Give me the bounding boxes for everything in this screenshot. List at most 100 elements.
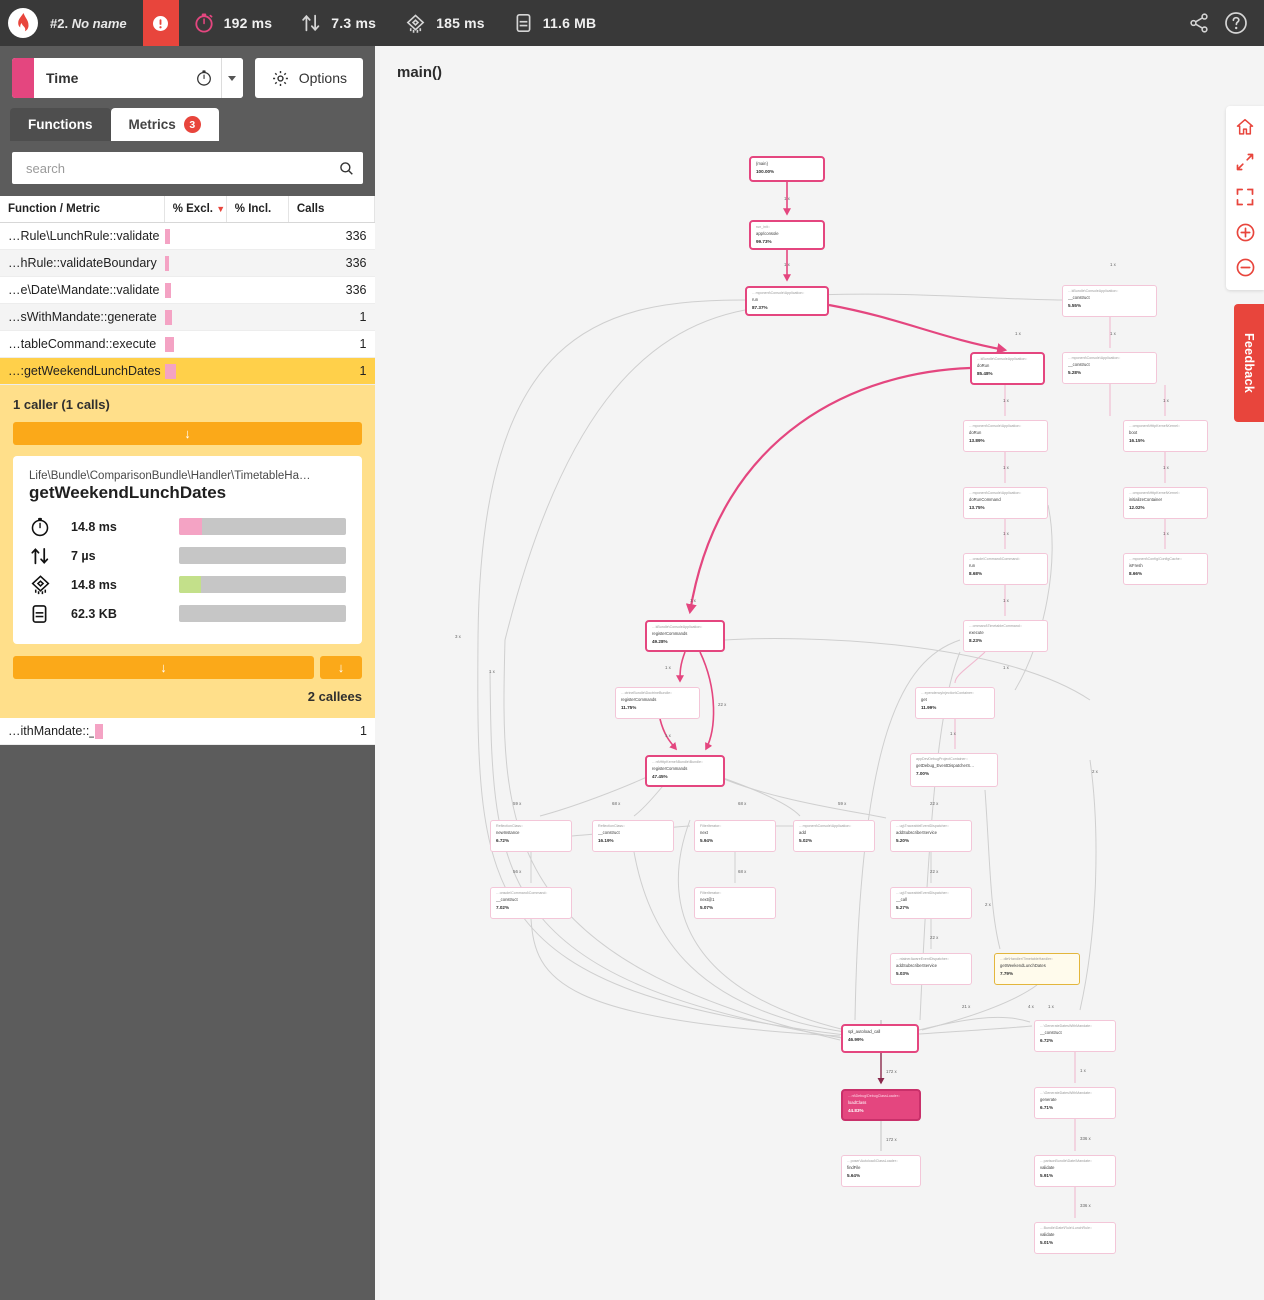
callgraph-canvas[interactable]: main() {main} 100.00% run_init:: app/con… <box>375 46 1264 1300</box>
detail-metric-bar <box>179 576 346 593</box>
edge-label: 22 x <box>718 702 727 707</box>
feedback-tab[interactable]: Feedback <box>1234 304 1264 422</box>
metric-wall-time[interactable]: 192 ms <box>179 12 287 34</box>
detail-metric-cpu: 14.8 ms <box>29 570 346 599</box>
functions-table-tail: …ithMandate::__construct 1 <box>0 718 375 745</box>
row-excl-bar <box>164 357 227 385</box>
row-excl-bar <box>164 222 227 250</box>
edge-label: 336 x <box>1080 1203 1091 1208</box>
row-excl-bar <box>164 303 227 331</box>
edge-label: 1 x <box>1003 465 1009 470</box>
help-icon[interactable] <box>1224 11 1248 35</box>
edge-label: 68 x <box>738 869 747 874</box>
show-callers-button[interactable]: ↓ <box>13 422 362 445</box>
column-function[interactable]: Function / Metric <box>0 196 165 223</box>
zoom-out-icon[interactable] <box>1234 256 1256 278</box>
metric-memory[interactable]: 11.6 MB <box>499 12 611 34</box>
warning-badge[interactable] <box>142 0 179 46</box>
chevron-down-icon <box>228 75 237 81</box>
search-area <box>0 141 375 196</box>
io-arrows-icon <box>29 545 71 567</box>
edge-label: 1 x <box>1110 331 1116 336</box>
functions-table-body: …Rule\LunchRule::validate 336 …hRule::vali… <box>0 222 375 385</box>
zoom-in-icon[interactable] <box>1234 221 1256 243</box>
tab-metrics[interactable]: Metrics 3 <box>110 108 219 141</box>
dimension-row: Time Options <box>0 46 375 108</box>
stopwatch-icon <box>194 13 213 33</box>
edge-label: 56 x <box>513 869 522 874</box>
table-row[interactable]: …e\Date\Mandate::validate 336 <box>0 276 375 304</box>
column-incl[interactable]: % Incl. <box>226 196 289 223</box>
edge-label: 59 x <box>513 801 522 806</box>
edge-label: 1 x <box>784 196 790 201</box>
cpu-icon <box>406 13 425 33</box>
detail-metric-value: 62.3 KB <box>71 606 117 621</box>
table-row[interactable]: …Rule\LunchRule::validate 336 <box>0 222 375 250</box>
tab-functions[interactable]: Functions <box>10 108 111 141</box>
show-callees-all-button[interactable]: ↓ <box>320 656 362 679</box>
edge-label: 22 x <box>930 869 939 874</box>
stopwatch-icon <box>196 70 211 86</box>
search-box[interactable] <box>12 152 363 184</box>
callees-header: 2 callees <box>307 689 362 704</box>
row-incl-bar <box>226 249 289 277</box>
row-incl-bar <box>226 357 289 385</box>
metric-value: 11.6 MB <box>542 15 597 31</box>
edge-label: 1 x <box>950 731 956 736</box>
edge-label: 1 x <box>690 598 696 603</box>
table-row[interactable]: …tableCommand::execute 1 <box>0 330 375 358</box>
edge-label: 2 x <box>1092 769 1098 774</box>
row-function-name: …hRule::validateBoundary <box>0 249 165 277</box>
edge-label: 59 x <box>838 801 847 806</box>
edge-label: 1 x <box>489 669 495 674</box>
column-calls[interactable]: Calls <box>288 196 375 223</box>
edge-label: 2 x <box>985 902 991 907</box>
edge-label: 1 x <box>1003 398 1009 403</box>
row-calls: 1 <box>288 303 375 331</box>
row-function-name: …e\Date\Mandate::validate <box>0 276 165 304</box>
table-row[interactable]: …ithMandate::__construct 1 <box>0 718 375 745</box>
options-button[interactable]: Options <box>254 58 363 98</box>
edge-label: 336 x <box>1080 1136 1091 1141</box>
profile-title[interactable]: #2. No name <box>46 16 143 31</box>
share-icon[interactable] <box>1188 12 1210 34</box>
metric-cpu-time[interactable]: 185 ms <box>390 12 499 35</box>
home-icon[interactable] <box>1234 116 1256 138</box>
edge-label: 1 x <box>1163 465 1169 470</box>
edge-label: 1 x <box>1015 331 1021 336</box>
edge-label: 1 x <box>784 262 790 267</box>
search-input[interactable] <box>24 159 338 177</box>
show-callees-button[interactable]: ↓ <box>13 656 314 679</box>
callgraph-edge-labels: 1 x 1 x 1 x 1 x 1 x 1 x 1 x 1 x 1 x 1 x 1 x 1 x 1 x 1… <box>375 46 1264 1300</box>
tab-label: Metrics <box>128 117 176 132</box>
memory-icon <box>29 603 71 625</box>
edge-label: 1 x <box>1163 531 1169 536</box>
fullscreen-icon[interactable] <box>1234 186 1256 208</box>
search-icon[interactable] <box>338 160 355 177</box>
row-function-name: …sWithMandate::generate <box>0 303 165 331</box>
detail-metric-time: 14.8 ms <box>29 512 346 541</box>
tab-label: Functions <box>28 117 93 132</box>
row-calls: 1 <box>288 357 375 385</box>
dimension-select[interactable]: Time <box>12 58 243 98</box>
options-label: Options <box>298 70 347 86</box>
column-excl-label: % Excl. <box>172 203 213 215</box>
table-row[interactable]: …:getWeekendLunchDates 1 <box>0 357 375 385</box>
blackfire-logo-icon <box>8 8 38 38</box>
column-excl[interactable]: % Excl. ▼ <box>164 196 227 223</box>
app-logo[interactable] <box>0 0 46 46</box>
dimension-caret[interactable] <box>220 58 243 98</box>
callers-header: 1 caller (1 calls) <box>13 397 110 412</box>
detail-metric-value: 7 µs <box>71 548 96 563</box>
row-function-name: …tableCommand::execute <box>0 330 165 358</box>
table-row[interactable]: …sWithMandate::generate 1 <box>0 303 375 331</box>
metric-value: 185 ms <box>436 15 485 31</box>
edge-label: 172 x <box>886 1069 897 1074</box>
row-incl-bar <box>226 222 289 250</box>
selection-detail-panel: 1 caller (1 calls) ↓ Life\Bundle\Compari… <box>0 385 375 718</box>
expand-icon[interactable] <box>1234 151 1256 173</box>
feedback-label: Feedback <box>1242 332 1256 394</box>
table-row[interactable]: …hRule::validateBoundary 336 <box>0 249 375 277</box>
callee-buttons: ↓ ↓ <box>13 656 362 679</box>
metric-io-time[interactable]: 7.3 ms <box>286 12 390 34</box>
